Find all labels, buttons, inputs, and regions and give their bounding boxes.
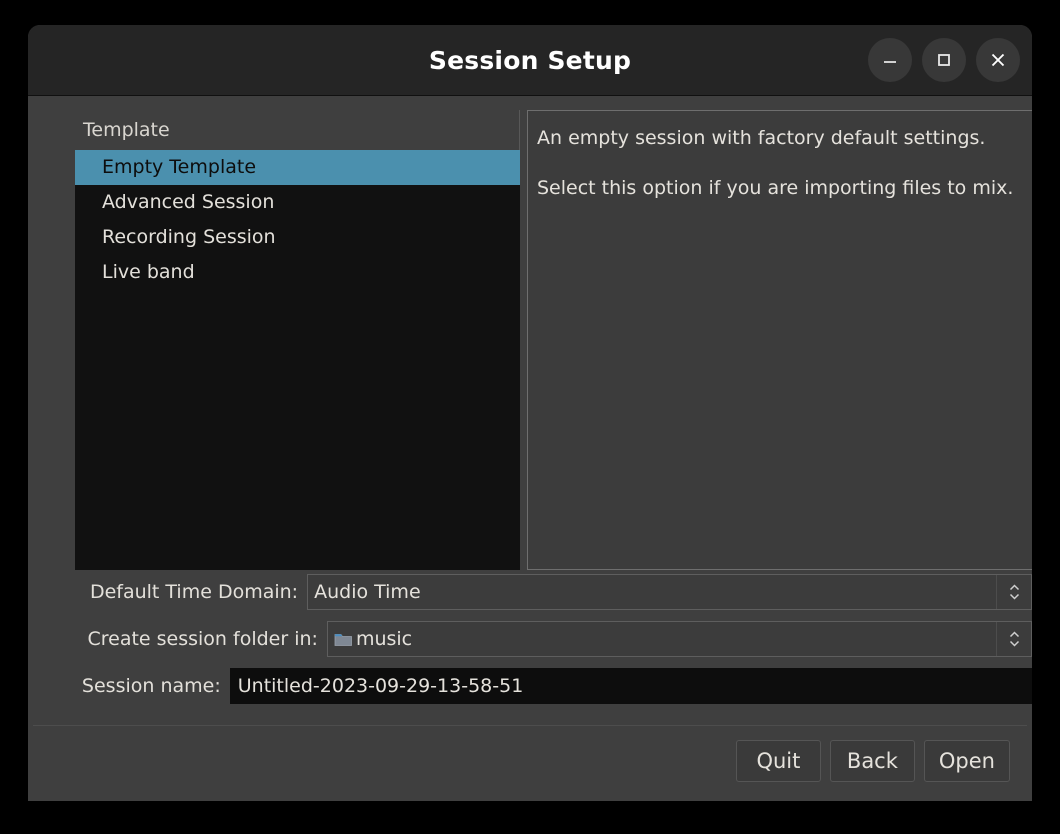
minimize-icon — [881, 51, 899, 69]
maximize-button[interactable] — [922, 38, 966, 82]
template-list-pane: Template Empty Template Advanced Session… — [75, 110, 520, 570]
template-list[interactable]: Empty Template Advanced Session Recordin… — [75, 150, 520, 570]
description-paragraph-2: Select this option if you are importing … — [537, 177, 1014, 199]
window-title: Session Setup — [428, 45, 632, 75]
session-setup-window: Session Setup Template Empty Template Ad… — [28, 25, 1032, 801]
session-name-row: Session name: — [28, 668, 1032, 704]
session-folder-label: Create session folder in: — [87, 628, 318, 650]
session-name-input[interactable] — [229, 668, 1032, 704]
folder-icon — [334, 631, 355, 648]
window-titlebar: Session Setup — [28, 25, 1032, 96]
description-paragraph-1: An empty session with factory default se… — [537, 127, 986, 149]
session-name-label: Session name: — [81, 675, 221, 697]
open-button[interactable]: Open — [923, 740, 1010, 782]
template-description-panel: An empty session with factory default se… — [527, 110, 1032, 570]
time-domain-row: Default Time Domain: Audio Time — [28, 574, 1032, 610]
template-column-header: Template — [75, 110, 520, 150]
back-button[interactable]: Back — [829, 740, 915, 782]
template-list-item-recording[interactable]: Recording Session — [75, 220, 520, 255]
session-folder-value-wrap: music — [334, 628, 412, 650]
chevron-updown-icon[interactable] — [996, 575, 1031, 609]
quit-button[interactable]: Quit — [735, 740, 821, 782]
session-folder-row: Create session folder in: music — [28, 621, 1032, 657]
time-domain-dropdown[interactable]: Audio Time — [307, 574, 1032, 610]
time-domain-value: Audio Time — [314, 581, 421, 603]
chevron-updown-icon[interactable] — [996, 622, 1031, 656]
dialog-footer: Quit Back Open — [33, 725, 1027, 801]
template-list-item-live-band[interactable]: Live band — [75, 255, 520, 290]
session-folder-dropdown[interactable]: music — [326, 621, 1032, 657]
template-list-item-advanced[interactable]: Advanced Session — [75, 185, 520, 220]
minimize-button[interactable] — [868, 38, 912, 82]
session-form: Default Time Domain: Audio Time Create s… — [28, 574, 1032, 715]
session-folder-value: music — [355, 628, 413, 650]
close-button[interactable] — [976, 38, 1020, 82]
dialog-body: Template Empty Template Advanced Session… — [28, 96, 1032, 801]
window-controls — [868, 38, 1020, 82]
maximize-icon — [935, 51, 953, 69]
time-domain-label: Default Time Domain: — [89, 581, 299, 603]
template-list-item-empty[interactable]: Empty Template — [75, 150, 520, 185]
footer-buttons: Quit Back Open — [735, 740, 1010, 782]
close-icon — [988, 50, 1008, 70]
template-split-area: Template Empty Template Advanced Session… — [28, 96, 1032, 574]
